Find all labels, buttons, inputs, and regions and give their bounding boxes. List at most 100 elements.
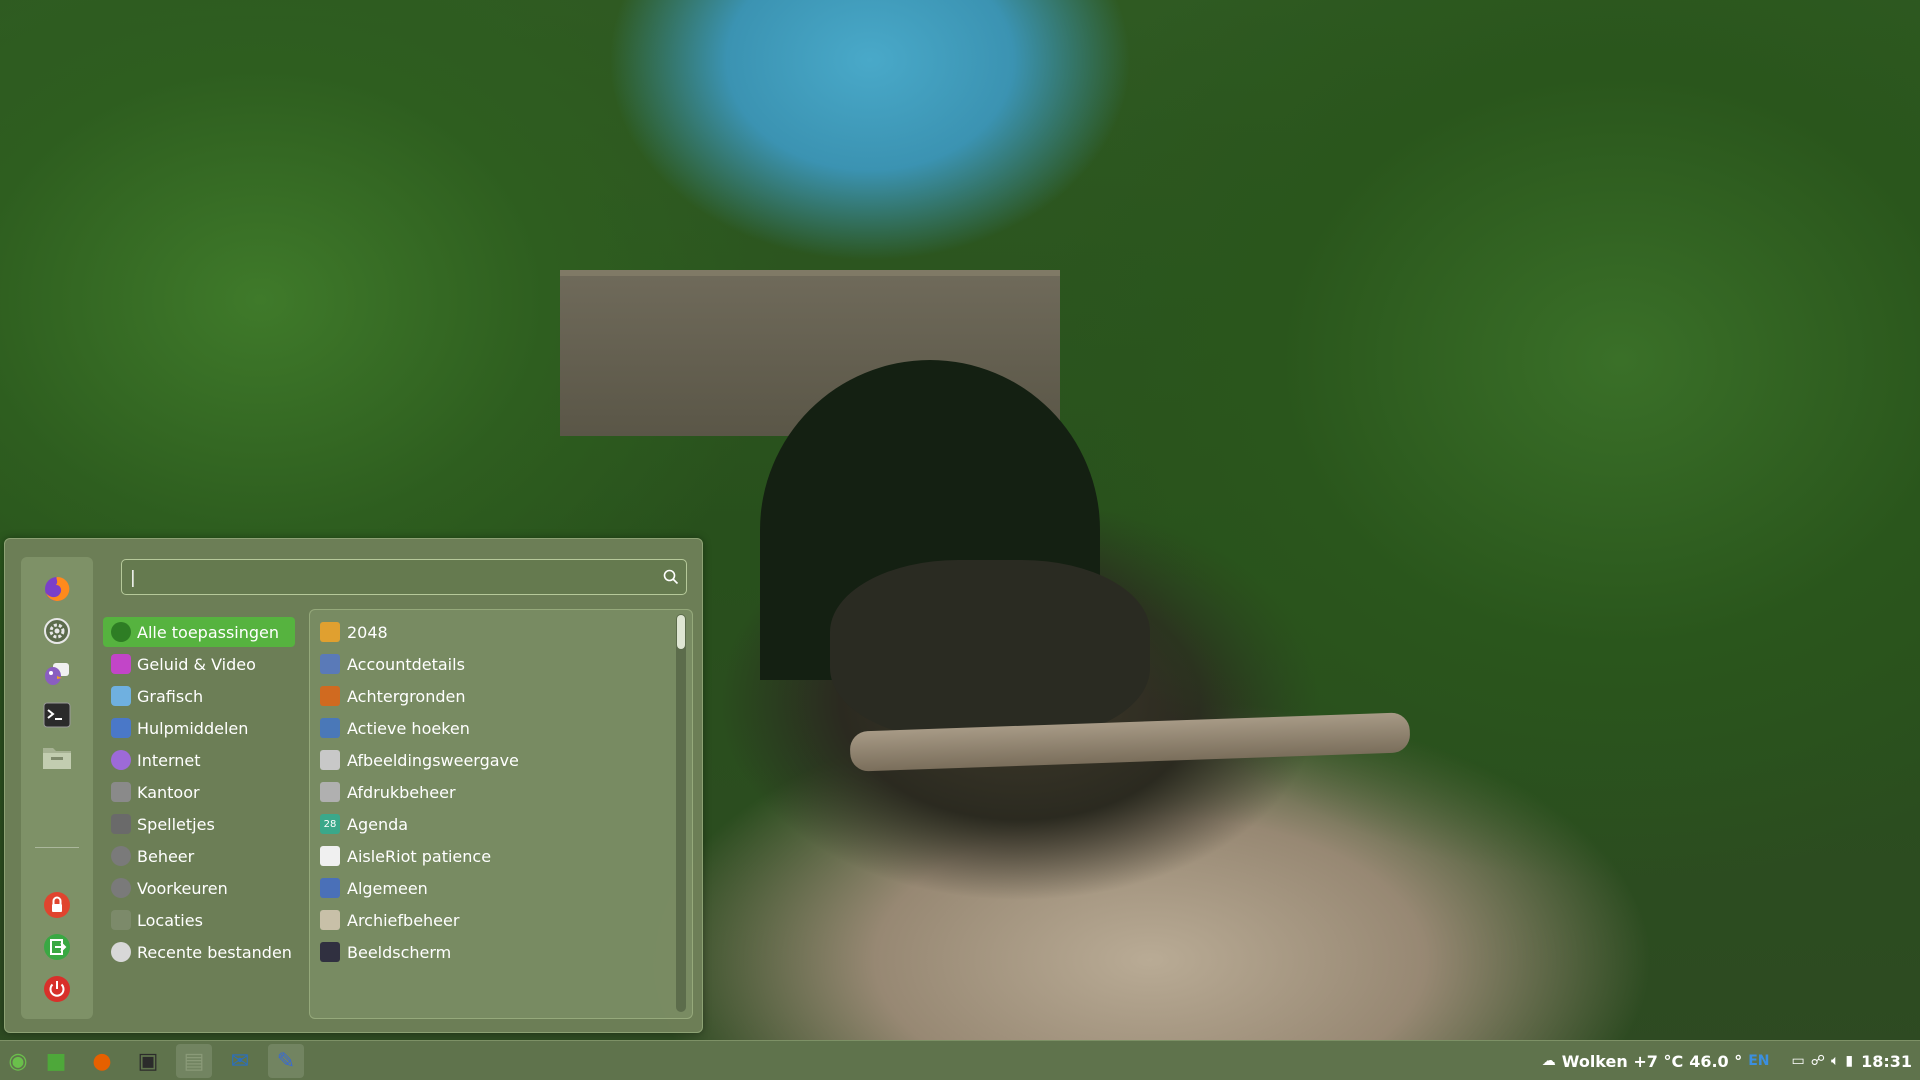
clock[interactable]: 18:31 [1861,1052,1912,1071]
application-label: Afbeeldingsweergave [347,750,519,770]
shutdown-button[interactable] [41,973,73,1005]
printer-icon [320,782,340,802]
favorite-pidgin[interactable] [41,657,73,689]
system-tray: ☁ Wolken +7 °C 46.0 ° EN ▭ ☍ 🔈︎ ▮ 18:31 [1536,1041,1916,1080]
favorite-terminal[interactable] [41,699,73,731]
category-item[interactable]: Beheer [103,841,295,871]
search-icon[interactable] [662,568,680,586]
account-icon [320,654,340,674]
keyboard-layout-indicator[interactable]: EN [1748,1053,1769,1069]
weather-applet[interactable]: Wolken +7 °C [1562,1052,1683,1071]
files-icon [43,748,71,769]
category-label: Voorkeuren [137,878,228,898]
menu-button[interactable]: ◉ [0,1044,36,1078]
hot-corners-icon [320,718,340,738]
application-label: Agenda [347,814,409,834]
calendar-icon: 28 [320,814,340,834]
category-label: Grafisch [137,686,204,706]
thunderbird-launcher[interactable]: ✉ [222,1044,258,1078]
application-item[interactable]: Beeldscherm [320,938,660,966]
application-item[interactable]: Actieve hoeken [320,714,660,742]
archive-icon [320,910,340,930]
lock-screen-button[interactable] [41,889,73,921]
display-icon [320,942,340,962]
application-item[interactable]: 2048 [320,618,660,646]
application-label: Beeldscherm [347,942,452,962]
category-item[interactable]: Voorkeuren [103,873,295,903]
places-icon [111,910,131,930]
category-item[interactable]: Alle toepassingen [103,617,295,647]
cards-icon [320,846,340,866]
game-2048-icon [320,622,340,642]
text-editor-launcher[interactable]: ✎ [268,1044,304,1078]
category-item[interactable]: Kantoor [103,777,295,807]
application-item[interactable]: Achtergronden [320,682,660,710]
category-label: Recente bestanden [137,942,292,962]
weather-icon: ☁ [1541,1053,1556,1069]
removable-drive-icon[interactable]: ▭ [1792,1053,1805,1069]
wallpaper-water [830,560,1150,740]
category-item[interactable]: Hulpmiddelen [103,713,295,743]
games-icon [111,814,131,834]
cpu-temperature-applet[interactable]: 46.0 ° [1689,1052,1742,1071]
application-list-scrollbar[interactable] [676,614,686,1012]
favorite-files[interactable] [41,741,73,773]
category-item[interactable]: Recente bestanden [103,937,295,967]
category-item[interactable]: Spelletjes [103,809,295,839]
desktop-wallpaper: Alle toepassingen Geluid & Video Grafisch H… [0,0,1920,1080]
category-label: Hulpmiddelen [137,718,249,738]
battery-icon[interactable]: ▮ [1845,1053,1853,1069]
favorites-sidebar [21,557,93,1019]
application-item[interactable]: Afdrukbeheer [320,778,660,806]
category-label: Internet [137,750,201,770]
show-desktop-button[interactable]: ■ [38,1044,74,1078]
accessories-icon [111,718,131,738]
category-label: Beheer [137,846,195,866]
category-item[interactable]: Locaties [103,905,295,935]
terminal-icon: ▣ [137,1048,159,1074]
application-item[interactable]: Afbeeldingsweergave [320,746,660,774]
favorites-divider [35,847,79,848]
recent-icon [111,942,131,962]
all-apps-icon [111,622,131,642]
category-item[interactable]: Grafisch [103,681,295,711]
category-item[interactable]: Internet [103,745,295,775]
category-label: Alle toepassingen [137,622,280,642]
volume-icon[interactable]: 🔈︎ [1831,1053,1839,1069]
mint-logo-icon: ◉ [8,1048,28,1074]
application-item[interactable]: Algemeen [320,874,660,902]
network-icon[interactable]: ☍ [1811,1053,1825,1069]
power-icon [44,976,70,1002]
logout-button[interactable] [41,931,73,963]
favorite-firefox[interactable] [41,573,73,605]
terminal-launcher[interactable]: ▣ [130,1044,166,1078]
application-item[interactable]: Accountdetails [320,650,660,678]
firefox-icon [45,576,70,601]
files-launcher[interactable]: ▤ [176,1044,212,1078]
category-label: Spelletjes [137,814,215,834]
application-label: Accountdetails [347,654,465,674]
graphics-icon [111,686,131,706]
application-label: Algemeen [347,878,428,898]
application-item[interactable]: 28 Agenda [320,810,660,838]
search-box[interactable] [121,559,687,595]
firefox-launcher[interactable]: ● [84,1044,120,1078]
search-input[interactable] [128,563,652,593]
office-icon [111,782,131,802]
files-icon: ▤ [183,1048,205,1074]
settings-icon [44,618,70,644]
terminal-icon [43,702,71,728]
administration-icon [111,846,131,866]
application-label: Achtergronden [347,686,466,706]
application-item[interactable]: AisleRiot patience [320,842,660,870]
thunderbird-icon: ✉ [230,1048,250,1074]
application-item[interactable]: Archiefbeheer [320,906,660,934]
internet-icon [111,750,131,770]
image-viewer-icon [320,750,340,770]
scrollbar-thumb[interactable] [677,615,685,649]
text-editor-icon: ✎ [276,1048,296,1074]
application-list: 2048 Accountdetails Achtergronden Actieve h… [309,609,693,1019]
category-item[interactable]: Geluid & Video [103,649,295,679]
category-label: Geluid & Video [137,654,256,674]
favorite-settings[interactable] [41,615,73,647]
